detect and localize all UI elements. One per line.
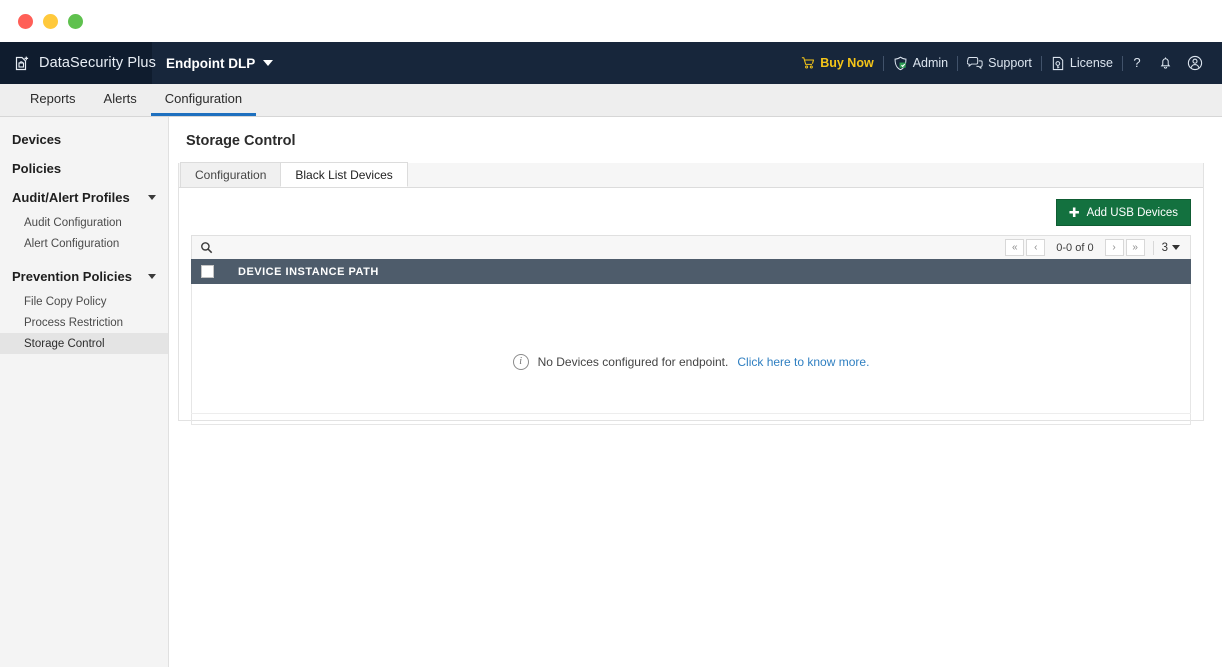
main-content: Storage Control Configuration Black List…: [169, 117, 1222, 667]
panel-tab-black-list-devices-label: Black List Devices: [295, 167, 393, 182]
sidebar-group-audit-alert-profiles[interactable]: Audit/Alert Profiles: [0, 183, 168, 212]
sidebar-item-storage-control-label: Storage Control: [24, 337, 105, 350]
app-header: DataSecurity Plus Endpoint DLP Buy Now A…: [0, 42, 1222, 84]
chevron-down-icon: [1172, 245, 1180, 250]
sidebar-item-devices[interactable]: Devices: [0, 125, 168, 154]
product-switcher-label: Endpoint DLP: [166, 55, 256, 71]
sidebar-group-prevention-policies[interactable]: Prevention Policies: [0, 262, 168, 291]
empty-state-message: i No Devices configured for endpoint. Cl…: [512, 299, 869, 424]
chevron-down-icon: [148, 195, 156, 200]
window-minimize-button[interactable]: [43, 13, 58, 29]
primary-nav-tabs: Reports Alerts Configuration: [0, 84, 1222, 117]
license-label: License: [1069, 56, 1113, 70]
license-link[interactable]: License: [1042, 56, 1122, 71]
sidebar-item-alert-configuration-label: Alert Configuration: [24, 237, 120, 250]
sidebar-item-storage-control[interactable]: Storage Control: [0, 333, 168, 354]
admin-link[interactable]: Admin: [884, 56, 957, 71]
pagination-last-button[interactable]: »: [1125, 239, 1145, 256]
sidebar-item-process-restriction[interactable]: Process Restriction: [0, 312, 168, 333]
support-label: Support: [988, 56, 1032, 70]
info-icon: i: [512, 353, 529, 370]
sidebar-item-file-copy-policy[interactable]: File Copy Policy: [0, 291, 168, 312]
notification-bell-icon[interactable]: [1151, 55, 1180, 71]
column-header-device-instance-path: DEVICE INSTANCE PATH: [238, 265, 379, 278]
grid-header-row: DEVICE INSTANCE PATH: [191, 259, 1191, 284]
svg-text:?: ?: [1133, 55, 1140, 70]
sidebar-item-devices-label: Devices: [12, 132, 62, 147]
sidebar-group-prevention-policies-label: Prevention Policies: [12, 269, 132, 284]
shopping-cart-icon: [801, 56, 815, 70]
tab-reports-label: Reports: [30, 91, 76, 106]
sidebar-item-policies-label: Policies: [12, 161, 62, 176]
add-usb-devices-button[interactable]: ✚ Add USB Devices: [1055, 199, 1191, 226]
help-question-icon[interactable]: ?: [1123, 55, 1151, 71]
pagination-prev-button[interactable]: ‹: [1026, 239, 1046, 256]
search-icon[interactable]: [200, 241, 213, 254]
document-lock-plus-icon: [14, 55, 31, 72]
support-chat-icon: [967, 56, 983, 70]
pagination-next-button[interactable]: ›: [1104, 239, 1124, 256]
empty-state-text: No Devices configured for endpoint.: [537, 354, 729, 369]
sidebar-item-file-copy-policy-label: File Copy Policy: [24, 295, 107, 308]
window-close-button[interactable]: [18, 13, 33, 29]
header-actions: Buy Now Admin Support License ?: [792, 55, 1222, 71]
product-switcher[interactable]: Endpoint DLP: [152, 55, 274, 71]
sidebar-item-process-restriction-label: Process Restriction: [24, 316, 124, 329]
panel-tab-configuration[interactable]: Configuration: [180, 162, 282, 187]
tab-reports[interactable]: Reports: [16, 84, 90, 116]
sidebar-item-audit-configuration[interactable]: Audit Configuration: [0, 212, 168, 233]
panel-tab-black-list-devices[interactable]: Black List Devices: [280, 162, 408, 187]
tab-configuration-label: Configuration: [164, 91, 243, 106]
chevron-down-icon: [148, 274, 156, 279]
window-title-bar: [0, 0, 1222, 42]
admin-shield-icon: [893, 56, 908, 71]
panel-actions: ✚ Add USB Devices: [191, 199, 1191, 226]
brand-name: DataSecurity Plus: [39, 55, 156, 71]
license-key-icon: [1051, 56, 1065, 71]
sidebar-item-policies[interactable]: Policies: [0, 154, 168, 183]
admin-label: Admin: [912, 56, 949, 70]
pagination-first-button[interactable]: «: [1005, 239, 1025, 256]
panel-footer-divider: [191, 413, 1191, 414]
chevron-down-icon: [263, 60, 274, 66]
page-size-value: 3: [1161, 241, 1168, 254]
body: Devices Policies Audit/Alert Profiles Au…: [0, 117, 1222, 667]
pagination-divider: [1152, 240, 1154, 255]
know-more-link[interactable]: Click here to know more.: [737, 355, 869, 369]
sidebar-item-audit-configuration-label: Audit Configuration: [24, 216, 122, 229]
tab-alerts-label: Alerts: [103, 91, 137, 106]
pagination: « ‹ 0-0 of 0 › » 3: [1005, 239, 1184, 256]
page-title: Storage Control: [186, 133, 296, 149]
add-usb-devices-label: Add USB Devices: [1086, 206, 1178, 219]
window-zoom-button[interactable]: [68, 13, 83, 29]
storage-control-panel: Configuration Black List Devices ✚ Add U…: [178, 162, 1204, 425]
sidebar: Devices Policies Audit/Alert Profiles Au…: [0, 117, 169, 667]
brand-logo[interactable]: DataSecurity Plus: [0, 42, 156, 84]
grid-empty-state: i No Devices configured for endpoint. Cl…: [191, 284, 1191, 425]
buy-now-link[interactable]: Buy Now: [792, 56, 882, 70]
sidebar-group-audit-alert-profiles-label: Audit/Alert Profiles: [12, 190, 130, 205]
plus-icon: ✚: [1068, 205, 1080, 220]
support-link[interactable]: Support: [958, 56, 1041, 70]
panel-tab-configuration-label: Configuration: [195, 168, 267, 182]
tab-configuration[interactable]: Configuration: [150, 84, 257, 116]
panel-body: ✚ Add USB Devices « ‹ 0-0 of 0 › » 3 DEV…: [179, 189, 1203, 425]
page-size-selector[interactable]: 3: [1162, 242, 1184, 254]
panel-tabs: Configuration Black List Devices: [179, 162, 1203, 188]
tab-alerts[interactable]: Alerts: [90, 84, 151, 116]
buy-now-label: Buy Now: [820, 56, 874, 70]
select-all-checkbox[interactable]: [201, 265, 214, 278]
grid-toolbar: « ‹ 0-0 of 0 › » 3: [191, 235, 1191, 259]
sidebar-item-alert-configuration[interactable]: Alert Configuration: [0, 233, 168, 254]
user-account-icon[interactable]: [1180, 55, 1210, 71]
pagination-range-label: 0-0 of 0: [1056, 241, 1094, 254]
